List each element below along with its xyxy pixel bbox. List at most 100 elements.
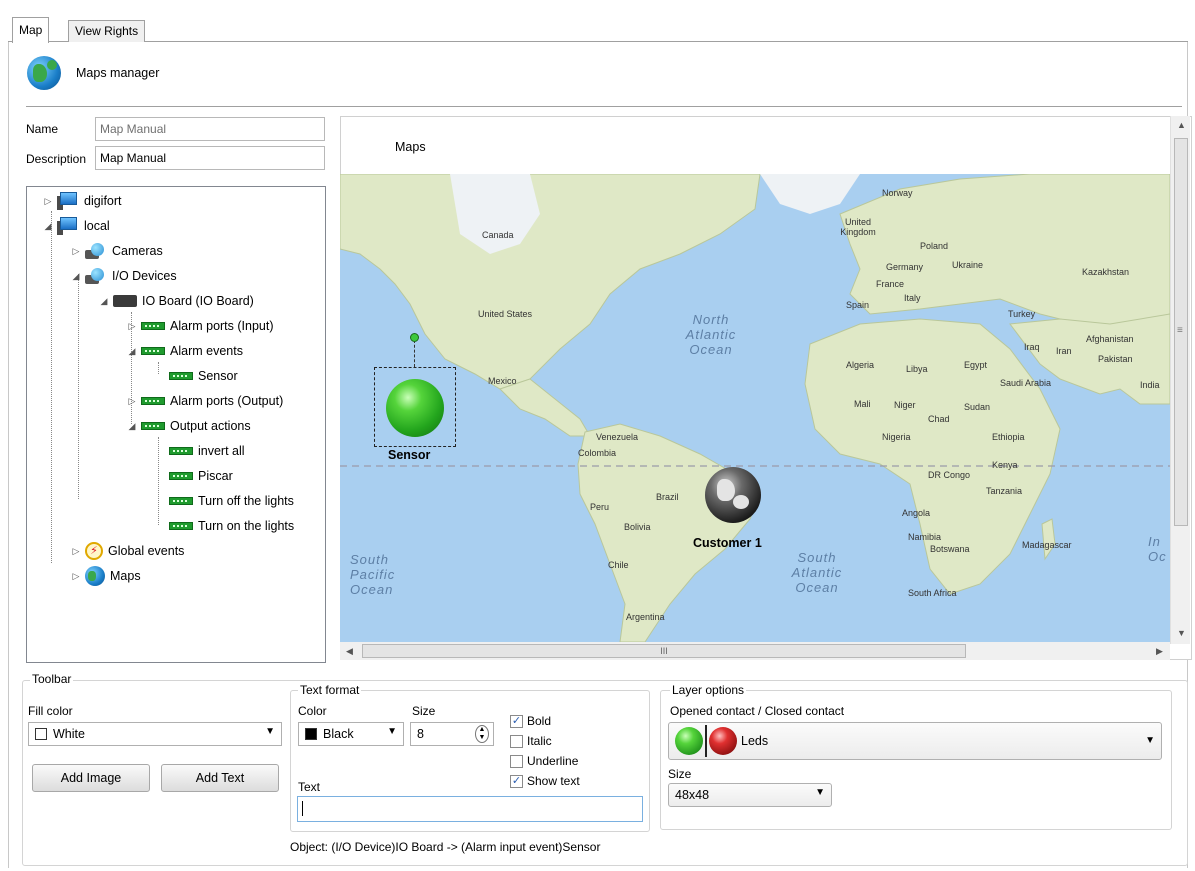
horizontal-scroll-thumb[interactable]: III <box>362 644 966 658</box>
rotation-handle[interactable] <box>410 333 419 342</box>
map-label-madagascar: Madagascar <box>1022 540 1072 550</box>
expand-arrow-icon[interactable]: ▷ <box>43 196 53 207</box>
tree-node-piscar[interactable]: Piscar <box>169 466 233 486</box>
collapse-arrow-icon[interactable]: ◢ <box>71 271 81 282</box>
description-field[interactable]: Map Manual <box>95 146 325 170</box>
world-map[interactable]: Norway United Kingdom Poland Germany Ukr… <box>340 174 1170 642</box>
underline-label: Underline <box>527 754 579 768</box>
tree-node-io-board[interactable]: ◢ IO Board (IO Board) <box>99 291 254 311</box>
globe-icon <box>85 566 105 586</box>
map-label-iran: Iran <box>1056 346 1072 356</box>
text-color-select[interactable]: Black ▼ <box>298 722 404 746</box>
map-label-bolivia: Bolivia <box>624 522 651 532</box>
tree-node-turn-on[interactable]: Turn on the lights <box>169 516 294 536</box>
tree-node-alarm-events[interactable]: ◢ Alarm events <box>127 341 243 361</box>
tree-label: IO Board (IO Board) <box>142 294 254 308</box>
expand-arrow-icon[interactable]: ▷ <box>71 246 81 257</box>
checkbox-box: ✓ <box>510 714 523 728</box>
tree-connector <box>78 274 79 499</box>
map-label-angola: Angola <box>902 508 931 518</box>
tree-node-cameras[interactable]: ▷ Cameras <box>71 241 163 261</box>
map-label-argentina: Argentina <box>626 612 665 622</box>
expand-arrow-icon[interactable]: ▷ <box>71 571 81 582</box>
tab-view-rights[interactable]: View Rights <box>68 20 146 42</box>
vertical-scroll-thumb[interactable]: ≡ <box>1174 138 1188 526</box>
map-label-kazakhstan: Kazakhstan <box>1082 267 1130 277</box>
layer-size-label: Size <box>668 767 692 781</box>
italic-checkbox[interactable]: Italic <box>510 734 552 748</box>
sensor-led-icon[interactable] <box>386 379 444 437</box>
collapse-arrow-icon[interactable]: ◢ <box>127 421 137 432</box>
tree-label: Cameras <box>112 244 163 258</box>
scroll-down-arrow-icon[interactable]: ▼ <box>1177 628 1186 638</box>
io-port-icon <box>169 472 193 480</box>
map-vertical-scrollbar[interactable]: ▲ ≡ ▼ <box>1170 116 1190 644</box>
layer-size-select[interactable]: 48x48 ▼ <box>668 783 832 807</box>
map-label-norway: Norway <box>882 188 913 198</box>
scroll-left-arrow-icon[interactable]: ◀ <box>346 646 353 657</box>
tree-node-global-events[interactable]: ▷ ⚡ Global events <box>71 541 184 561</box>
scroll-up-arrow-icon[interactable]: ▲ <box>1177 120 1186 130</box>
tree-node-alarm-ports-output[interactable]: ▷ Alarm ports (Output) <box>127 391 284 411</box>
tree-label: Maps <box>110 569 141 583</box>
server-icon <box>57 217 79 235</box>
underline-checkbox[interactable]: Underline <box>510 754 578 768</box>
expand-arrow-icon[interactable]: ▷ <box>127 396 137 407</box>
name-label: Name <box>26 122 59 136</box>
map-label-colombia: Colombia <box>578 448 617 458</box>
map-label-libya: Libya <box>906 364 928 374</box>
add-text-button[interactable]: Add Text <box>161 764 279 792</box>
customer-globe-icon[interactable] <box>705 467 761 523</box>
collapse-arrow-icon[interactable]: ◢ <box>127 346 137 357</box>
device-tree[interactable]: ▷ digifort ◢ local ▷ Cameras ◢ I/O Devic… <box>26 186 326 663</box>
tree-node-turn-off[interactable]: Turn off the lights <box>169 491 294 511</box>
tree-node-io-devices[interactable]: ◢ I/O Devices <box>71 266 177 286</box>
sensor-label: Sensor <box>388 448 431 462</box>
name-field[interactable]: Map Manual <box>95 117 325 141</box>
checkbox-box: ✓ <box>510 774 523 788</box>
tab-map[interactable]: Map <box>12 17 50 43</box>
tree-label: Global events <box>108 544 185 558</box>
server-icon <box>57 192 79 210</box>
contact-style-select[interactable]: Leds ▼ <box>668 722 1162 760</box>
scroll-right-arrow-icon[interactable]: ▶ <box>1156 646 1163 657</box>
tree-label: invert all <box>198 444 245 458</box>
text-size-spinner[interactable]: 8 ▲ ▼ <box>410 722 494 746</box>
tree-node-maps[interactable]: ▷ Maps <box>71 566 141 586</box>
tree-connector <box>158 437 159 525</box>
tree-node-alarm-ports-input[interactable]: ▷ Alarm ports (Input) <box>127 316 274 336</box>
map-label-brazil: Brazil <box>656 492 679 502</box>
black-swatch-icon <box>305 728 317 740</box>
map-horizontal-scrollbar[interactable]: ◀ III ▶ <box>340 642 1170 660</box>
expand-arrow-icon[interactable]: ▷ <box>127 321 137 332</box>
text-label: Text <box>298 780 321 794</box>
collapse-arrow-icon[interactable]: ◢ <box>43 221 53 232</box>
checkbox-box <box>510 734 523 748</box>
add-image-button[interactable]: Add Image <box>32 764 150 792</box>
page-title: Maps manager <box>76 66 160 80</box>
collapse-arrow-icon[interactable]: ◢ <box>99 296 109 307</box>
map-label-niger: Niger <box>894 400 916 410</box>
map-label-sudan: Sudan <box>964 402 991 412</box>
map-label-uk: United Kingdom <box>840 217 876 237</box>
tab-map-label: Map <box>19 23 43 37</box>
text-input[interactable] <box>297 796 643 822</box>
tree-node-output-actions[interactable]: ◢ Output actions <box>127 416 251 436</box>
spinner-arrows-icon[interactable]: ▲ ▼ <box>475 725 489 743</box>
tree-node-digifort[interactable]: ▷ digifort <box>43 191 122 211</box>
tree-node-sensor[interactable]: Sensor <box>169 366 238 386</box>
tree-node-invert-all[interactable]: invert all <box>169 441 245 461</box>
fill-color-select[interactable]: White ▼ <box>28 722 282 746</box>
text-cursor <box>302 801 303 816</box>
expand-arrow-icon[interactable]: ▷ <box>71 546 81 557</box>
map-label-south-pacific: South Pacific Ocean <box>350 552 396 597</box>
map-label-saudi: Saudi Arabia <box>1000 378 1052 388</box>
io-devices-icon <box>85 267 107 285</box>
tree-node-local[interactable]: ◢ local <box>43 216 110 236</box>
map-label-iraq: Iraq <box>1024 342 1040 352</box>
tree-label: Piscar <box>198 469 233 483</box>
text-size-label: Size <box>412 704 436 718</box>
bold-checkbox[interactable]: ✓ Bold <box>510 714 551 728</box>
show-text-checkbox[interactable]: ✓ Show text <box>510 774 580 788</box>
map-label-south-atlantic: South Atlantic Ocean <box>791 550 843 595</box>
